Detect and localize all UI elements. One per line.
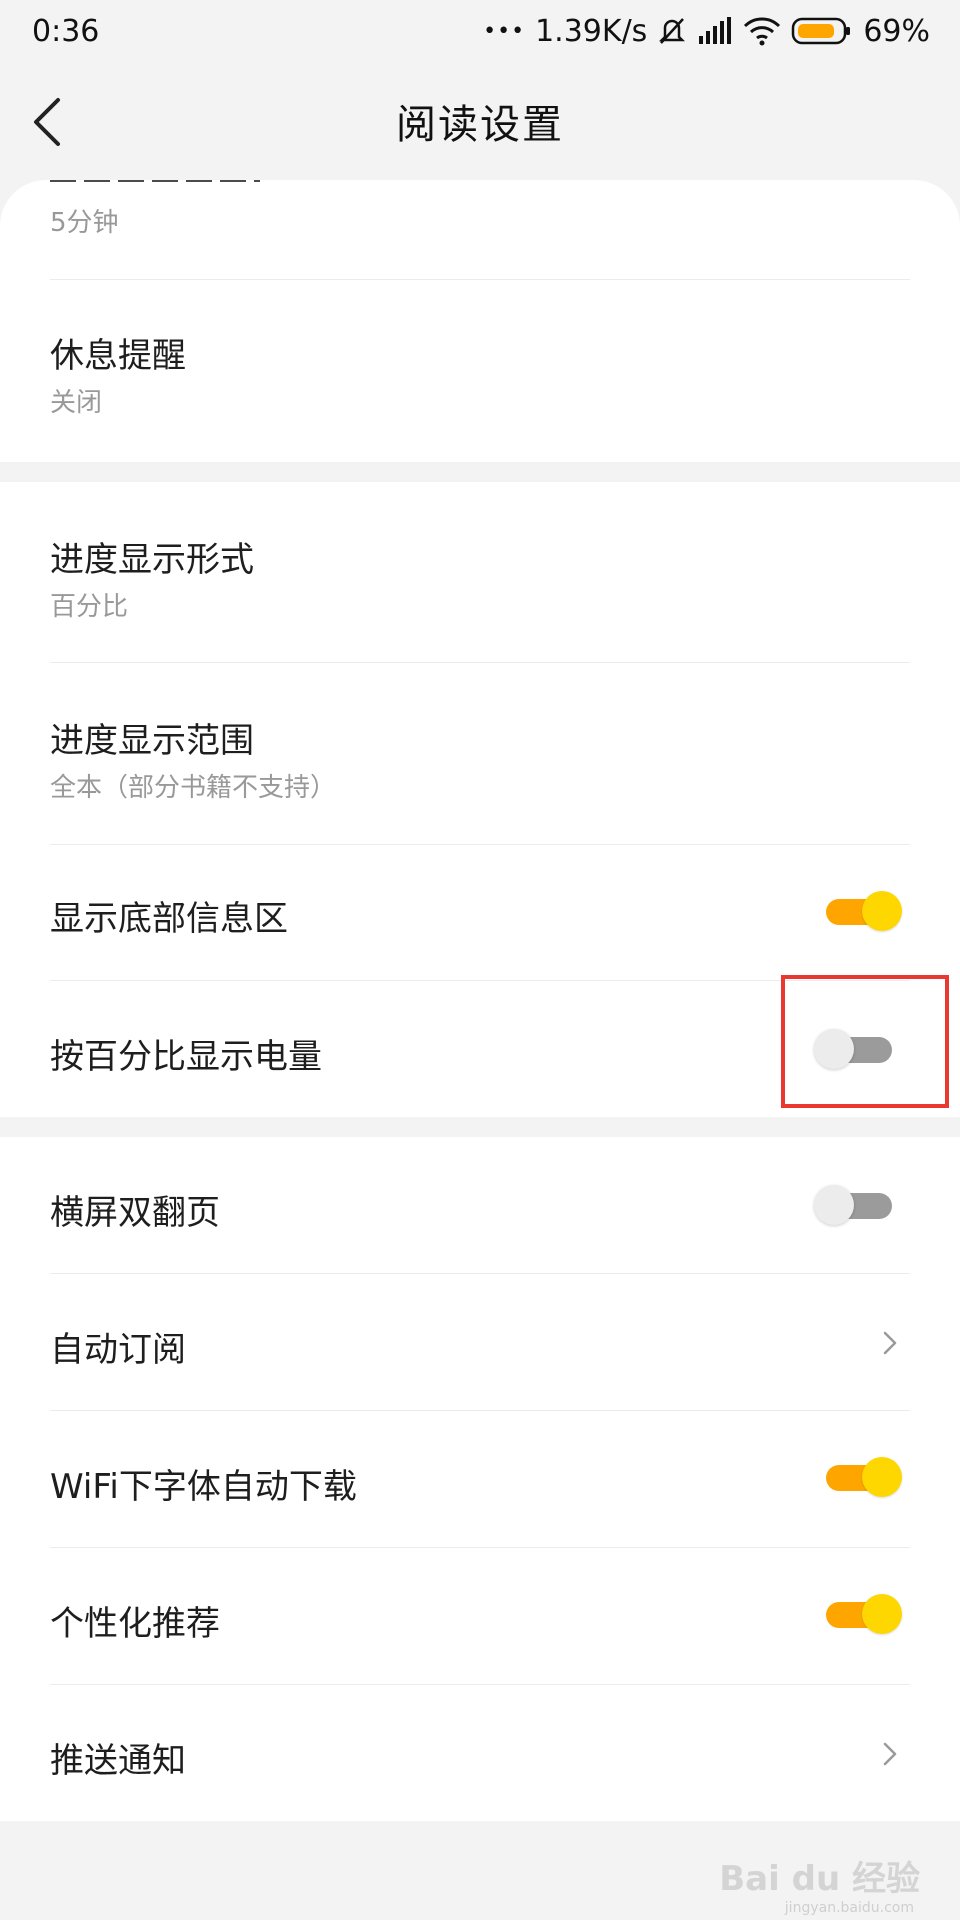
landscape-double-row: 横屏双翻页 xyxy=(50,1137,910,1273)
partial-label-clipped xyxy=(50,180,270,192)
push-notify-label: 推送通知 xyxy=(50,1741,186,1781)
chevron-right-icon xyxy=(883,1742,897,1766)
progress-format-value: 百分比 xyxy=(50,592,129,622)
battery-percent: 69% xyxy=(863,13,930,49)
push-notify-row[interactable]: 推送通知 xyxy=(50,1685,910,1821)
progress-format-label: 进度显示形式 xyxy=(50,540,254,580)
auto-subscribe-label: 自动订阅 xyxy=(50,1330,186,1370)
app-header: 阅读设置 xyxy=(0,62,960,180)
back-arrow-icon[interactable] xyxy=(28,94,72,150)
signal-icon xyxy=(699,17,732,44)
personalized-row: 个性化推荐 xyxy=(50,1548,910,1684)
network-speed: 1.39K/s xyxy=(535,13,648,49)
toggle-knob xyxy=(814,1185,854,1225)
chevron-right-icon xyxy=(883,1331,897,1355)
landscape-double-toggle[interactable] xyxy=(814,1185,896,1225)
personalized-label: 个性化推荐 xyxy=(50,1604,220,1644)
settings-group-bottom: 横屏双翻页 自动订阅 WiFi下字体自动下载 个性化推荐 推送通知 xyxy=(0,1137,960,1821)
wifi-font-download-toggle[interactable] xyxy=(820,1457,902,1497)
toggle-knob xyxy=(862,891,902,931)
progress-range-label: 进度显示范围 xyxy=(50,721,254,761)
rest-reminder-label: 休息提醒 xyxy=(50,336,186,376)
toggle-knob xyxy=(862,1457,902,1497)
progress-range-row[interactable]: 进度显示范围 全本（部分书籍不支持） xyxy=(50,663,910,844)
bottom-info-toggle[interactable] xyxy=(820,891,902,931)
status-dots: ••• xyxy=(483,18,526,44)
progress-format-row[interactable]: 进度显示形式 百分比 xyxy=(50,482,910,662)
personalized-toggle[interactable] xyxy=(820,1594,902,1634)
progress-range-value: 全本（部分书籍不支持） xyxy=(50,773,337,803)
landscape-double-label: 横屏双翻页 xyxy=(50,1193,220,1233)
status-bar: 0:36 ••• 1.39K/s 69% xyxy=(0,0,960,62)
settings-group-top: 5分钟 休息提醒 关闭 xyxy=(0,180,960,462)
bottom-info-row: 显示底部信息区 xyxy=(50,845,910,980)
rest-reminder-value: 关闭 xyxy=(50,388,103,418)
mute-icon xyxy=(659,18,686,44)
page-title: 阅读设置 xyxy=(396,102,564,148)
wifi-icon xyxy=(744,17,781,46)
rest-reminder-row[interactable]: 休息提醒 关闭 xyxy=(50,280,910,460)
wifi-font-download-label: WiFi下字体自动下载 xyxy=(50,1467,357,1507)
watermark-url: jingyan.baidu.com xyxy=(784,1900,914,1916)
partial-setting-row[interactable]: 5分钟 xyxy=(50,180,910,280)
auto-subscribe-row[interactable]: 自动订阅 xyxy=(50,1274,910,1410)
status-time: 0:36 xyxy=(32,13,100,49)
toggle-knob xyxy=(862,1594,902,1634)
watermark-logo: Bai du 经验 xyxy=(719,1859,920,1899)
battery-percent-label: 按百分比显示电量 xyxy=(50,1037,322,1077)
highlight-box xyxy=(781,975,949,1108)
partial-setting-value: 5分钟 xyxy=(50,208,119,238)
bottom-info-label: 显示底部信息区 xyxy=(50,899,288,939)
battery-icon xyxy=(792,17,851,45)
wifi-font-download-row: WiFi下字体自动下载 xyxy=(50,1411,910,1547)
status-right: ••• 1.39K/s 69% xyxy=(483,14,930,49)
